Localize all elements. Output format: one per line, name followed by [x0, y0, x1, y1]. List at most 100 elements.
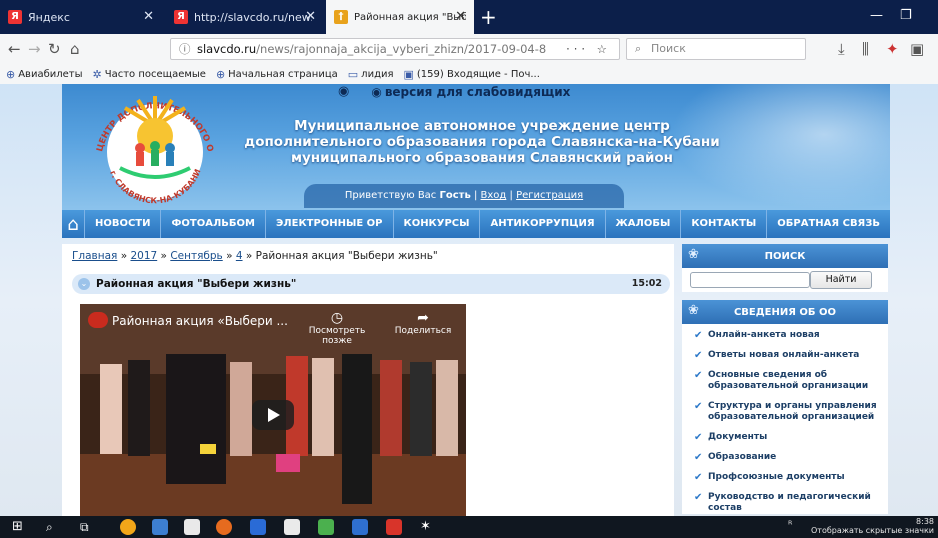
- downloads-icon[interactable]: ⤓: [838, 40, 845, 58]
- lotus-icon: ❀: [688, 303, 699, 318]
- windows-taskbar: ⊞ ⌕ ⧉ ✶ ᴿ 8:38 Отображать скрытые значки: [0, 516, 938, 538]
- info-link-education[interactable]: ✔ Образование: [682, 450, 888, 465]
- url-bar[interactable]: ⓘ slavcdo.ru/news/rajonnaja_akcija_vyber…: [170, 38, 620, 60]
- clock-time: 8:38: [916, 517, 934, 526]
- task-view-icon[interactable]: ⧉: [80, 519, 96, 535]
- search-block-header: ❀ ПОИСК: [682, 244, 888, 268]
- site-logo: ЦЕНТР ДОПОЛНИТЕЛЬНОГО ОБРАЗОВАНИЯ г. СЛА…: [80, 86, 215, 205]
- menu-item-feedback[interactable]: ОБРАТНАЯ СВЯЗЬ: [766, 210, 890, 238]
- yandex-favicon-icon: Я: [174, 10, 188, 24]
- site-header: ЦЕНТР ДОПОЛНИТЕЛЬНОГО ОБРАЗОВАНИЯ г. СЛА…: [62, 84, 890, 210]
- chevron-down-icon: ⌄: [78, 278, 90, 290]
- share-icon: ➦: [417, 310, 429, 326]
- sidebar-toggle-icon[interactable]: ▣: [910, 40, 924, 58]
- tab-close-icon[interactable]: ✕: [455, 9, 466, 24]
- site-search-row: Найти: [682, 268, 888, 292]
- store-icon[interactable]: [184, 519, 200, 535]
- user-icon[interactable]: ᴿ: [788, 520, 792, 531]
- mail-icon: ▣: [403, 67, 414, 81]
- info-link-union-docs[interactable]: ✔ Профсоюзные документы: [682, 470, 888, 485]
- minimize-icon[interactable]: —: [870, 8, 883, 23]
- info-block-header: ❀ СВЕДЕНИЯ ОБ ОО: [682, 300, 888, 324]
- info-link-survey-new[interactable]: ✔ Онлайн-анкета новая: [682, 328, 888, 343]
- chrome-icon[interactable]: [120, 519, 136, 535]
- sparkle-app-icon[interactable]: ✶: [420, 519, 436, 535]
- check-icon: ✔: [694, 330, 703, 341]
- article-time: 15:02: [631, 278, 662, 289]
- tab-close-icon[interactable]: ✕: [305, 9, 316, 24]
- bookmark-most-visited[interactable]: ✲ Часто посещаемые: [93, 68, 206, 81]
- info-link-staff[interactable]: ✔ Руководство и педагогический состав: [682, 490, 888, 514]
- photos-icon[interactable]: [152, 519, 168, 535]
- breadcrumb-month[interactable]: Сентябрь: [170, 250, 222, 262]
- menu-item-complaints[interactable]: ЖАЛОБЫ: [604, 210, 681, 238]
- register-link[interactable]: Регистрация: [516, 190, 583, 201]
- yandex-browser-icon[interactable]: [386, 519, 402, 535]
- breadcrumb-home[interactable]: Главная: [72, 250, 117, 262]
- menu-item-photoalbum[interactable]: ФОТОАЛЬБОМ: [160, 210, 264, 238]
- info-link-structure[interactable]: ✔ Структура и органы управления образоват…: [682, 399, 888, 425]
- maximize-icon[interactable]: ❐: [900, 8, 912, 23]
- tab-yandex[interactable]: Я Яндекс ✕: [0, 0, 162, 34]
- new-tab-button[interactable]: +: [480, 5, 497, 29]
- folder-icon: ▭: [347, 67, 359, 81]
- firefox-icon[interactable]: [216, 519, 232, 535]
- check-icon: ✔: [694, 401, 703, 412]
- page-actions-icon[interactable]: ··· ☆: [566, 39, 611, 59]
- home-icon[interactable]: ⌂: [62, 214, 84, 235]
- forward-icon[interactable]: →: [28, 40, 41, 58]
- menu-item-e-resources[interactable]: ЭЛЕКТРОННЫЕ ОР: [264, 210, 393, 238]
- tab-active-article[interactable]: † Районная акция "Выбери жиз ✕: [326, 0, 474, 34]
- check-icon: ✔: [694, 370, 703, 381]
- menu-item-news[interactable]: НОВОСТИ: [83, 210, 161, 238]
- info-link-survey-answers[interactable]: ✔ Ответы новая онлайн-анкета: [682, 348, 888, 363]
- watch-later-button[interactable]: ◷ Посмотреть позже: [302, 310, 372, 346]
- reload-icon[interactable]: ↻: [48, 40, 61, 58]
- extension-icon[interactable]: ✦: [886, 40, 899, 58]
- check-icon: ✔: [694, 472, 703, 483]
- yandex-favicon-icon: Я: [8, 10, 22, 24]
- tab-slavcdo[interactable]: Я http://slavcdo.ru/news/rajonn ✕: [166, 0, 324, 34]
- info-link-documents[interactable]: ✔ Документы: [682, 430, 888, 445]
- app-icon[interactable]: [318, 519, 334, 535]
- menu-item-anticorruption[interactable]: АНТИКОРРУПЦИЯ: [479, 210, 604, 238]
- system-tray[interactable]: 8:38 Отображать скрытые значки: [811, 517, 934, 535]
- check-icon: ✔: [694, 492, 703, 503]
- site-info-icon[interactable]: ⓘ: [179, 39, 191, 59]
- breadcrumb-day[interactable]: 4: [236, 250, 243, 262]
- channel-avatar-icon[interactable]: [88, 312, 108, 328]
- home-icon[interactable]: ⌂: [70, 40, 80, 58]
- play-button[interactable]: [252, 400, 294, 430]
- accessibility-version-link[interactable]: ◉ ◉ версия для слабовидящих: [338, 84, 570, 99]
- menu-item-contests[interactable]: КОНКУРСЫ: [392, 210, 480, 238]
- mail-icon[interactable]: [284, 519, 300, 535]
- media-icon[interactable]: [250, 519, 266, 535]
- bookmark-folder-lidiya[interactable]: ▭ лидия: [348, 68, 394, 81]
- share-button[interactable]: ➦ Поделиться: [388, 310, 458, 336]
- bookmark-inbox[interactable]: ▣ (159) Входящие - Поч...: [404, 68, 540, 81]
- browser-search-input[interactable]: ⌕ Поиск: [626, 38, 806, 60]
- menu-item-contacts[interactable]: КОНТАКТЫ: [680, 210, 766, 238]
- library-icon[interactable]: ⫼: [862, 40, 869, 58]
- tab-close-icon[interactable]: ✕: [143, 9, 154, 24]
- search-icon[interactable]: ⌕: [46, 519, 62, 535]
- search-submit-button[interactable]: Найти: [810, 271, 872, 289]
- video-player[interactable]: Районная акция «Выбери ... ◷ Посмотреть …: [80, 304, 466, 516]
- bookmark-aviabilety[interactable]: ⊕ Авиабилеты: [6, 68, 83, 81]
- explorer-icon[interactable]: [352, 519, 368, 535]
- info-link-basic-info[interactable]: ✔ Основные сведения об образовательной ор…: [682, 368, 888, 394]
- article-header: ⌄ Районная акция "Выбери жизнь" 15:02: [72, 274, 670, 294]
- login-link[interactable]: Вход: [481, 190, 507, 201]
- windows-start-icon[interactable]: ⊞: [12, 519, 28, 535]
- bookmarks-bar: ⊕ Авиабилеты ✲ Часто посещаемые ⊕ Начальная…: [0, 64, 938, 85]
- back-icon[interactable]: ←: [8, 40, 21, 58]
- breadcrumb-year[interactable]: 2017: [130, 250, 157, 262]
- check-icon: ✔: [694, 452, 703, 463]
- globe-icon: ⊕: [215, 67, 226, 81]
- bookmark-start-page[interactable]: ⊕ Начальная страница: [216, 68, 338, 81]
- video-title[interactable]: Районная акция «Выбери ...: [112, 314, 288, 328]
- gear-icon: ✲: [92, 67, 102, 81]
- clock-icon: ◷: [330, 310, 344, 326]
- eye-small-icon: ◉: [371, 84, 382, 99]
- site-search-input[interactable]: [690, 272, 810, 288]
